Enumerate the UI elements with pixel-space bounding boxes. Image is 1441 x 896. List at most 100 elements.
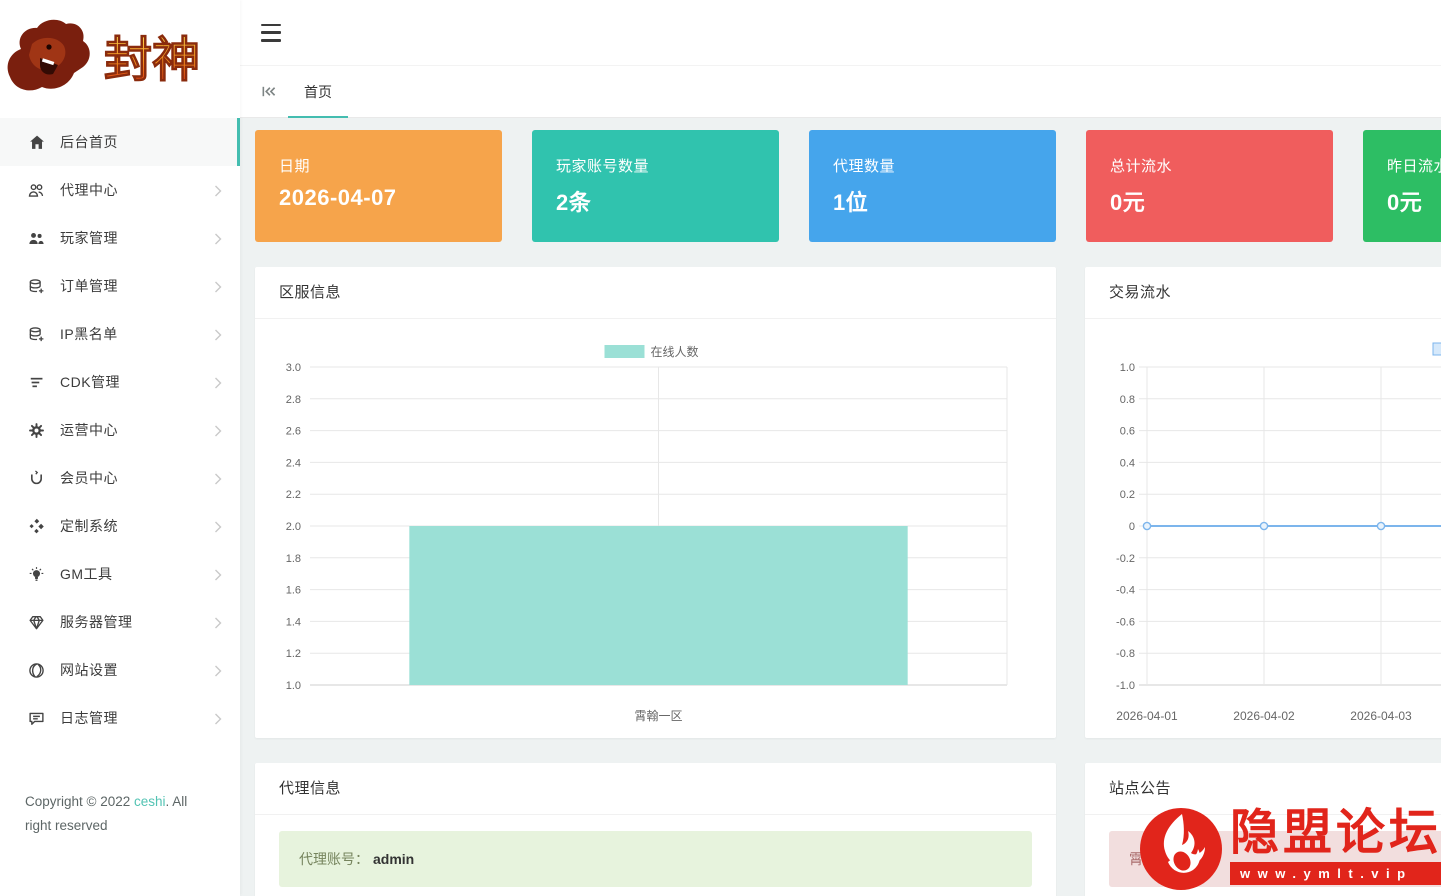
svg-text:0.8: 0.8 — [1120, 394, 1135, 406]
panel-transactions-title: 交易流水 — [1085, 267, 1441, 319]
chevron-right-icon — [214, 712, 222, 724]
chevron-right-icon — [214, 376, 222, 388]
server-icon — [28, 614, 45, 631]
copyright-link[interactable]: ceshi — [134, 794, 166, 809]
svg-text:-0.8: -0.8 — [1116, 648, 1135, 660]
sidebar-menu: 后台首页代理中心玩家管理订单管理 IP黑名单 CDK管理运营中心会员中心定制系统 GM… — [0, 118, 240, 742]
server-bar-chart: 1.01.21.41.61.82.02.22.42.62.83.0在线人数霄翰一… — [255, 319, 1056, 738]
sidebar-item-10[interactable]: GM工具 — [0, 550, 240, 598]
svg-text:0.6: 0.6 — [1120, 426, 1135, 438]
chevron-right-icon — [214, 664, 222, 676]
stat-card-2: 玩家账号数量 2条 — [532, 130, 779, 242]
svg-text:1.8: 1.8 — [286, 553, 301, 565]
stat-card-5: 昨日流水 0元 — [1363, 130, 1441, 242]
svg-text:霄翰一区: 霄翰一区 — [634, 708, 682, 723]
lion-logo-icon — [2, 13, 102, 105]
orders-icon — [28, 278, 45, 295]
chevron-right-icon — [214, 472, 222, 484]
copyright: Copyright © 2022 ceshi. All right reserv… — [25, 790, 215, 839]
sidebar-item-label: IP黑名单 — [60, 324, 214, 344]
svg-text:2.2: 2.2 — [286, 489, 301, 501]
chevron-right-icon — [214, 184, 222, 196]
stat-card-value: 2026-04-07 — [279, 185, 478, 211]
svg-text:2.0: 2.0 — [286, 521, 301, 533]
watermark-title: 隐盟论坛 — [1230, 806, 1441, 860]
menu-toggle-icon[interactable] — [258, 22, 284, 44]
svg-text:2.8: 2.8 — [286, 394, 301, 406]
tab-collapse-icon[interactable] — [254, 66, 282, 117]
tab-home-label: 首页 — [304, 82, 332, 102]
sidebar-item-label: 会员中心 — [60, 468, 214, 488]
home-icon — [28, 134, 45, 151]
tabbar: 首页 — [240, 66, 1441, 118]
watermark: 隐盟论坛 www.ymlt.vip — [1138, 806, 1441, 892]
svg-text:0.4: 0.4 — [1120, 457, 1135, 469]
sidebar-item-6[interactable]: CDK管理 — [0, 358, 240, 406]
sidebar-item-label: 网站设置 — [60, 660, 214, 680]
agent-account-alert: 代理账号： admin — [279, 831, 1032, 887]
site-settings-icon — [28, 662, 45, 679]
topbar — [240, 0, 1441, 66]
stat-card-value: 1位 — [833, 185, 1032, 217]
stat-card-title: 玩家账号数量 — [556, 155, 755, 176]
svg-text:3.0: 3.0 — [286, 362, 301, 374]
chevron-right-icon — [214, 232, 222, 244]
members-icon — [28, 470, 45, 487]
main-area: 首页 日期 2026-04-07 玩家账号数量 2条 代理数量 1位 总计流水 0元 昨日流水 0… — [240, 0, 1441, 896]
panel-server-info-title: 区服信息 — [255, 267, 1056, 319]
chevron-right-icon — [214, 520, 222, 532]
stat-card-title: 代理数量 — [833, 155, 1032, 176]
sidebar-item-12[interactable]: 网站设置 — [0, 646, 240, 694]
cdk-icon — [28, 374, 45, 391]
stat-card-1: 日期 2026-04-07 — [255, 130, 502, 242]
agents-icon — [28, 182, 45, 199]
watermark-flame-icon — [1138, 806, 1224, 892]
svg-text:-0.6: -0.6 — [1116, 616, 1135, 628]
sidebar-item-label: GM工具 — [60, 564, 214, 584]
stat-card-4: 总计流水 0元 — [1086, 130, 1333, 242]
sidebar-item-13[interactable]: 日志管理 — [0, 694, 240, 742]
tab-home[interactable]: 首页 — [288, 66, 348, 117]
svg-text:0: 0 — [1129, 521, 1135, 533]
sidebar-item-2[interactable]: 代理中心 — [0, 166, 240, 214]
copyright-prefix: Copyright © 2022 — [25, 794, 134, 809]
svg-text:2026-04-01: 2026-04-01 — [1116, 709, 1178, 723]
svg-text:1.0: 1.0 — [1120, 362, 1135, 374]
stat-card-title: 总计流水 — [1110, 155, 1309, 176]
stat-card-value: 2条 — [556, 185, 755, 217]
svg-text:在线人数: 在线人数 — [651, 344, 699, 359]
svg-text:1.0: 1.0 — [286, 680, 301, 692]
panel-agent-info-title: 代理信息 — [255, 763, 1056, 815]
svg-text:2026-04-03: 2026-04-03 — [1350, 709, 1412, 723]
stat-card-title: 日期 — [279, 155, 478, 176]
stat-cards-row: 日期 2026-04-07 玩家账号数量 2条 代理数量 1位 总计流水 0元 昨日流水 0元 — [255, 130, 1441, 242]
sidebar-item-label: 服务器管理 — [60, 612, 214, 632]
sidebar-item-7[interactable]: 运营中心 — [0, 406, 240, 454]
watermark-text-block: 隐盟论坛 www.ymlt.vip — [1230, 806, 1441, 885]
app-logo: 封神 — [0, 0, 240, 118]
svg-text:-0.2: -0.2 — [1116, 553, 1135, 565]
sidebar-item-5[interactable]: IP黑名单 — [0, 310, 240, 358]
svg-text:1.6: 1.6 — [286, 585, 301, 597]
agent-account-label: 代理账号： — [299, 849, 369, 869]
sidebar-item-8[interactable]: 会员中心 — [0, 454, 240, 502]
agent-account-value: admin — [373, 851, 414, 867]
ip-blacklist-icon — [28, 326, 45, 343]
sidebar-item-1[interactable]: 后台首页 — [0, 118, 240, 166]
sidebar-item-label: 定制系统 — [60, 516, 214, 536]
stat-card-value: 0元 — [1387, 185, 1441, 217]
sidebar-item-4[interactable]: 订单管理 — [0, 262, 240, 310]
chevron-right-icon — [214, 328, 222, 340]
svg-text:0.2: 0.2 — [1120, 489, 1135, 501]
sidebar-item-11[interactable]: 服务器管理 — [0, 598, 240, 646]
sidebar-item-3[interactable]: 玩家管理 — [0, 214, 240, 262]
sidebar-item-label: 代理中心 — [60, 180, 214, 200]
chevron-right-icon — [214, 424, 222, 436]
svg-text:-0.4: -0.4 — [1116, 585, 1135, 597]
sidebar-item-label: 玩家管理 — [60, 228, 214, 248]
sidebar-item-9[interactable]: 定制系统 — [0, 502, 240, 550]
sidebar-item-label: 后台首页 — [60, 132, 219, 152]
stat-card-title: 昨日流水 — [1387, 155, 1441, 176]
svg-text:2026-04-02: 2026-04-02 — [1233, 709, 1295, 723]
stat-card-value: 0元 — [1110, 185, 1309, 217]
